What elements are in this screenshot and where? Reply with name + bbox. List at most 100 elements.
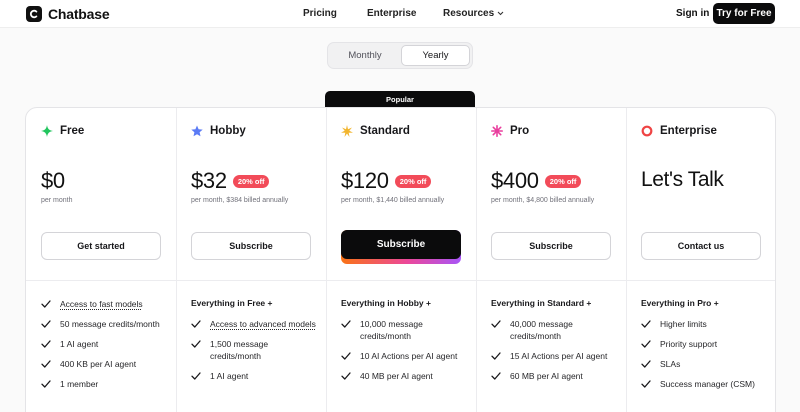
everything-in-heading: Everything in Hobby + [341, 298, 431, 308]
plan-name: Enterprise [660, 125, 717, 137]
subscribe-button-primary[interactable]: Subscribe [341, 230, 461, 264]
discount-badge: 20% off [232, 174, 270, 188]
check-icon [191, 320, 201, 328]
feature-text: Priority support [660, 339, 718, 349]
subscribe-button[interactable]: Subscribe [491, 232, 611, 260]
plan-pro: Pro $400 20% off per month, $4,800 bille… [476, 108, 626, 412]
check-icon [641, 320, 651, 328]
feature-text: Success manager (CSM) [660, 379, 755, 389]
feature-item: 40 MB per AI agent [341, 370, 471, 382]
plan-name: Free [60, 125, 85, 137]
plan-price: $0 [41, 168, 65, 193]
everything-in-heading: Everything in Free + [191, 298, 273, 308]
price-row: $120 20% off [341, 168, 432, 194]
feature-text: 1 member [60, 379, 99, 389]
subscribe-button[interactable]: Subscribe [191, 232, 311, 260]
feature-item: 10 AI Actions per AI agent [341, 350, 471, 362]
feature-item: 60 MB per AI agent [491, 370, 621, 382]
toggle-monthly[interactable]: Monthly [330, 45, 400, 66]
plan-free: Free $0 per month Get started Access to … [26, 108, 176, 412]
check-icon [641, 380, 651, 388]
feature-item: 1 member [41, 378, 171, 390]
check-icon [41, 380, 51, 388]
chatbase-logo-icon [26, 6, 42, 22]
plan-header: Hobby [191, 125, 246, 137]
plan-name: Pro [510, 125, 530, 137]
feature-item: 10,000 message credits/month [341, 318, 471, 342]
feature-item: 400 KB per AI agent [41, 358, 171, 370]
feature-list: Access to fast models 50 message credits… [41, 298, 171, 398]
feature-text: 400 KB per AI agent [60, 359, 137, 369]
price-row: $32 20% off [191, 168, 270, 194]
popular-badge: Popular [325, 91, 475, 108]
price-row: $0 [41, 168, 65, 194]
plan-header: Standard [341, 125, 410, 137]
plan-header: Pro [491, 125, 529, 137]
plan-price: $120 [341, 168, 389, 193]
feature-item: 50 message credits/month [41, 318, 171, 330]
check-icon [41, 300, 51, 308]
everything-in-heading: Everything in Pro + [641, 298, 719, 308]
try-for-free-button[interactable]: Try for Free [713, 3, 775, 24]
starburst-icon [491, 125, 503, 137]
billing-note: per month, $1,440 billed annually [341, 197, 445, 204]
star-icon [191, 125, 203, 137]
feature-item: 1 AI agent [191, 370, 321, 382]
feature-list: Everything in Standard + 40,000 message … [491, 298, 621, 390]
feature-text: 1 AI agent [210, 371, 249, 381]
feature-text: 60 MB per AI agent [510, 371, 583, 381]
logo-text: Chatbase [48, 6, 110, 22]
feature-item: 15 AI Actions per AI agent [491, 350, 621, 362]
feature-text[interactable]: Access to fast models [60, 298, 143, 310]
billing-note: per month, $4,800 billed annually [491, 197, 595, 204]
top-navbar: Chatbase Pricing Enterprise Resources Si… [0, 0, 800, 28]
check-icon [641, 360, 651, 368]
billing-note: per month [41, 197, 73, 204]
nav-enterprise[interactable]: Enterprise [367, 8, 416, 19]
burst-icon [341, 125, 353, 137]
check-icon [341, 320, 351, 328]
toggle-yearly[interactable]: Yearly [401, 45, 470, 66]
feature-list: Everything in Pro + Higher limits Priori… [641, 298, 771, 398]
subscribe-button-label: Subscribe [341, 230, 461, 259]
feature-text: 10,000 message credits/month [360, 319, 423, 341]
feature-item: Access to advanced models [191, 318, 321, 330]
nav-resources-label: Resources [443, 8, 495, 19]
pricing-table: Free $0 per month Get started Access to … [25, 107, 776, 412]
feature-item: 40,000 message credits/month [491, 318, 621, 342]
discount-badge: 20% off [394, 174, 432, 188]
check-icon [341, 352, 351, 360]
feature-text: 1 AI agent [60, 339, 99, 349]
sparkle-icon [41, 125, 53, 137]
feature-text: 15 AI Actions per AI agent [510, 351, 608, 361]
feature-item: Access to fast models [41, 298, 171, 310]
feature-text: 40,000 message credits/month [510, 319, 573, 341]
plan-price: Let's Talk [641, 168, 724, 191]
plan-price: $400 [491, 168, 539, 193]
check-icon [491, 320, 501, 328]
nav-pricing[interactable]: Pricing [303, 8, 337, 19]
check-icon [491, 372, 501, 380]
plan-name: Hobby [210, 125, 246, 137]
feature-text: 1,500 message credits/month [210, 339, 269, 361]
sign-in-link[interactable]: Sign in [676, 8, 709, 19]
feature-list: Everything in Hobby + 10,000 message cre… [341, 298, 471, 390]
check-icon [491, 352, 501, 360]
nav-resources[interactable]: Resources [443, 8, 504, 19]
check-icon [41, 340, 51, 348]
feature-item: 1 AI agent [41, 338, 171, 350]
chevron-down-icon [497, 11, 504, 16]
feature-item: 1,500 message credits/month [191, 338, 321, 362]
feature-text[interactable]: Access to advanced models [210, 318, 316, 330]
check-icon [41, 360, 51, 368]
feature-text: 50 message credits/month [60, 319, 160, 329]
feature-list: Everything in Free + Access to advanced … [191, 298, 321, 390]
get-started-button[interactable]: Get started [41, 232, 161, 260]
plan-price: $32 [191, 168, 227, 193]
feature-text: Higher limits [660, 319, 707, 329]
plan-name: Standard [360, 125, 410, 137]
contact-us-button[interactable]: Contact us [641, 232, 761, 260]
check-icon [191, 340, 201, 348]
plan-hobby: Hobby $32 20% off per month, $384 billed… [176, 108, 326, 412]
logo[interactable]: Chatbase [26, 6, 110, 22]
